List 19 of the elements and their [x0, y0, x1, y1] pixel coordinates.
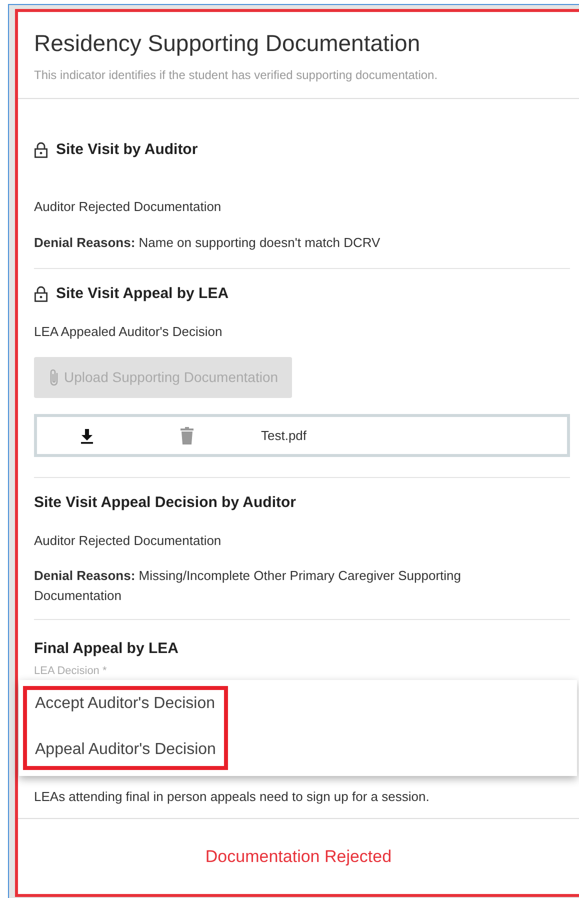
card-title: Residency Supporting Documentation — [34, 30, 422, 58]
section-heading: Site Visit by Auditor — [56, 140, 198, 160]
helper-note: LEAs attending final in person appeals need to sign up for a session. — [34, 788, 430, 806]
section-heading: Site Visit Appeal by LEA — [56, 284, 229, 304]
status-message: Documentation Rejected — [205, 846, 392, 868]
status-text: Auditor Rejected Documentation — [34, 532, 222, 550]
menu-option[interactable]: Accept Auditor's Decision — [35, 692, 216, 716]
status-text: LEA Appealed Auditor's Decision — [34, 322, 224, 341]
denial-reasons: Denial Reasons: Missing/Incomplete Other Primary Caregiver Supporting Documentation — [34, 567, 462, 605]
status-text: Auditor Rejected Documentation — [34, 198, 222, 216]
file-name: Test.pdf — [261, 426, 307, 445]
section-heading: Final Appeal by LEA — [34, 639, 178, 660]
section-heading: Site Visit Appeal Decision by Auditor — [34, 493, 296, 514]
menu-option[interactable]: Appeal Auditor's Decision — [35, 738, 216, 762]
field-label: LEA Decision * — [34, 664, 108, 677]
card-subtitle: This indicator identifies if the student has verified supporting documentation. — [34, 66, 439, 84]
paperclip-icon — [48, 368, 60, 388]
download-icon[interactable] — [80, 428, 94, 444]
denial-reasons: Denial Reasons: Name on supporting doesn't match DCRV — [34, 234, 382, 252]
